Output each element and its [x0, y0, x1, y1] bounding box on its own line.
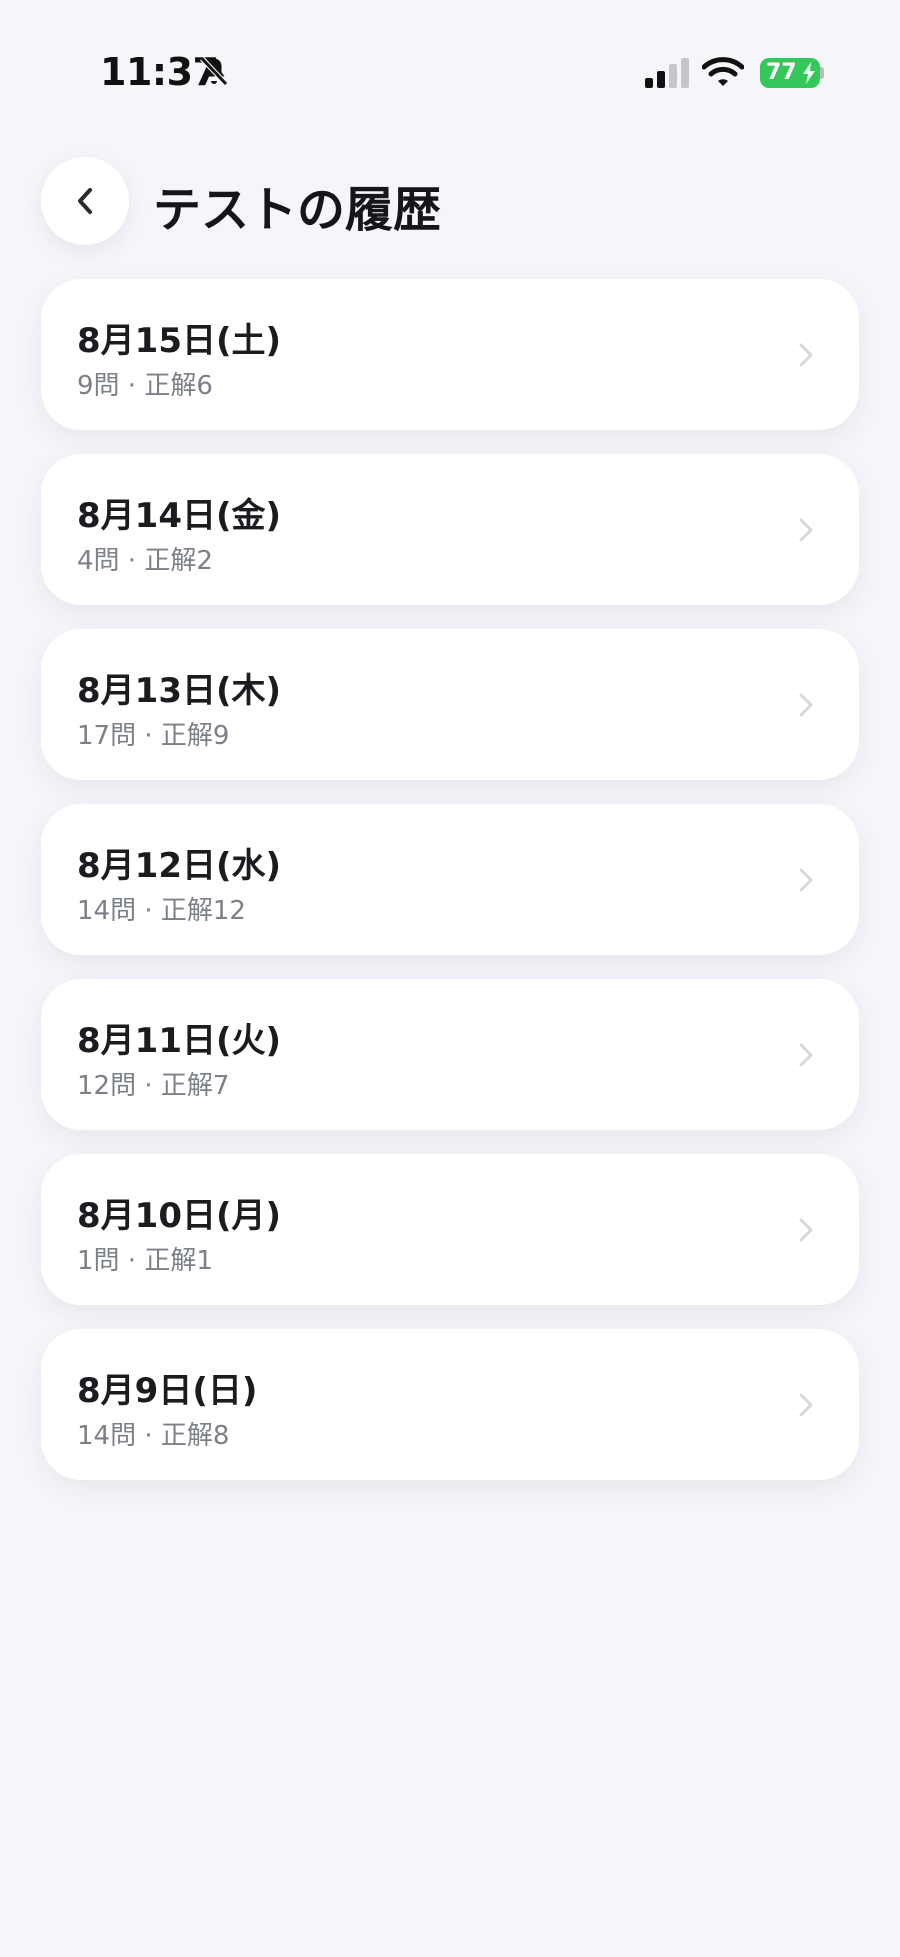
- chevron-right-icon: [799, 343, 813, 367]
- battery-charging-icon: [803, 62, 815, 84]
- battery-cap: [820, 67, 824, 79]
- history-item-date: 8月12日(水): [77, 846, 282, 886]
- history-item[interactable]: 8月15日(土) 9問 · 正解6: [41, 279, 859, 430]
- history-item-date: 8月9日(日): [77, 1371, 258, 1411]
- history-item[interactable]: 8月13日(木) 17問 · 正解9: [41, 629, 859, 780]
- history-item-date: 8月10日(月): [77, 1196, 282, 1236]
- history-item-summary: 4問 · 正解2: [77, 546, 213, 576]
- screen: 11:37 77 テストの履歴 8月15日(土) 9問 · 正解6 8月14日(…: [0, 0, 900, 1957]
- history-item-summary: 14問 · 正解8: [77, 1421, 230, 1451]
- history-item[interactable]: 8月10日(月) 1問 · 正解1: [41, 1154, 859, 1305]
- battery-indicator: 77: [760, 58, 820, 88]
- history-item[interactable]: 8月12日(水) 14問 · 正解12: [41, 804, 859, 955]
- chevron-right-icon: [799, 868, 813, 892]
- battery-level: 77: [766, 60, 797, 85]
- chevron-right-icon: [799, 1218, 813, 1242]
- bell-slash-icon: [200, 56, 228, 86]
- history-item-summary: 12問 · 正解7: [77, 1071, 230, 1101]
- history-item-date: 8月13日(木): [77, 671, 282, 711]
- history-item[interactable]: 8月9日(日) 14問 · 正解8: [41, 1329, 859, 1480]
- history-item-summary: 1問 · 正解1: [77, 1246, 213, 1276]
- history-item[interactable]: 8月11日(火) 12問 · 正解7: [41, 979, 859, 1130]
- history-item-summary: 14問 · 正解12: [77, 896, 246, 926]
- back-button[interactable]: [41, 157, 129, 245]
- history-item[interactable]: 8月14日(金) 4問 · 正解2: [41, 454, 859, 605]
- chevron-right-icon: [799, 1043, 813, 1067]
- chevron-right-icon: [799, 518, 813, 542]
- chevron-left-icon: [78, 188, 92, 214]
- page-title: テストの履歴: [153, 182, 442, 238]
- history-item-summary: 17問 · 正解9: [77, 721, 230, 751]
- history-item-date: 8月11日(火): [77, 1021, 282, 1061]
- history-item-date: 8月14日(金): [77, 496, 282, 536]
- history-item-summary: 9問 · 正解6: [77, 371, 213, 401]
- history-list: 8月15日(土) 9問 · 正解6 8月14日(金) 4問 · 正解2 8月13…: [41, 279, 859, 1504]
- history-item-date: 8月15日(土): [77, 321, 282, 361]
- chevron-right-icon: [799, 693, 813, 717]
- status-bar: 11:37 77: [0, 44, 900, 104]
- wifi-icon: [702, 57, 744, 86]
- cellular-signal-icon: [645, 58, 689, 88]
- chevron-right-icon: [799, 1393, 813, 1417]
